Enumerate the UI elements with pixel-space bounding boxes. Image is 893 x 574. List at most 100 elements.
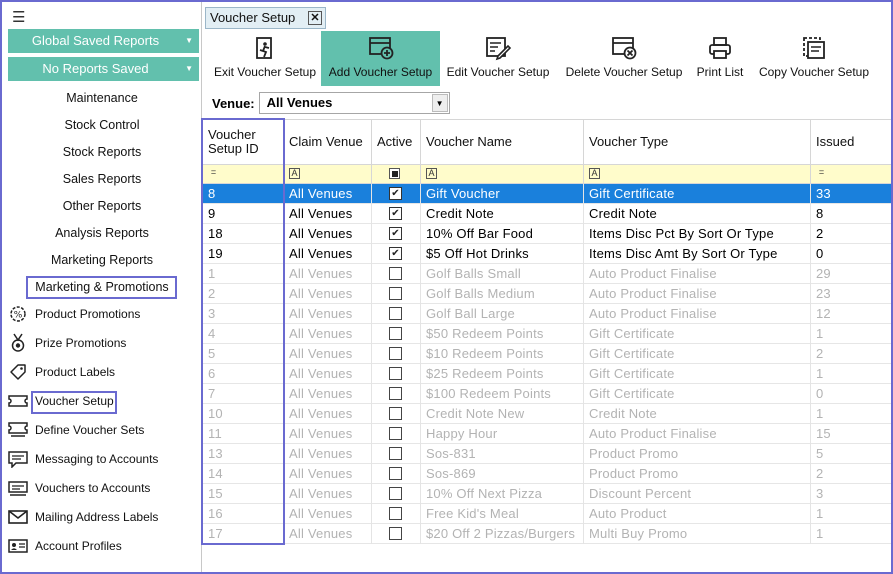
column-header-voucher-name[interactable]: Voucher Name	[421, 120, 584, 164]
equals-filter-icon: =	[818, 166, 825, 177]
active-checkbox[interactable]	[389, 427, 402, 440]
active-checkbox[interactable]	[389, 447, 402, 460]
table-row[interactable]: 8 All Venues ✔ Gift Voucher Gift Certificate…	[203, 184, 891, 204]
active-checkbox[interactable]	[389, 487, 402, 500]
cell-voucher-name: Golf Balls Medium	[421, 284, 584, 304]
table-row[interactable]: 13 All Venues Sos-831 Product Promo 5	[203, 444, 891, 464]
hamburger-menu-icon[interactable]: ☰	[12, 10, 25, 25]
sidebar-item-mailing-address-labels[interactable]: Mailing Address Labels	[8, 506, 158, 528]
sidebar-item-label: Vouchers to Accounts	[35, 481, 151, 495]
cell-issued: 1	[816, 506, 824, 521]
menu-analysis-reports[interactable]: Analysis Reports	[2, 224, 202, 242]
active-checkbox[interactable]	[389, 327, 402, 340]
sidebar-item-product-promotions[interactable]: % Product Promotions	[8, 303, 140, 325]
cell-issued: 5	[816, 446, 824, 461]
table-row[interactable]: 3 All Venues Golf Ball Large Auto Product F…	[203, 304, 891, 324]
active-checkbox[interactable]	[389, 267, 402, 280]
active-checkbox[interactable]	[389, 307, 402, 320]
cell-active	[372, 264, 421, 284]
table-row[interactable]: 6 All Venues $25 Redeem Points Gift Certifi…	[203, 364, 891, 384]
column-header-voucher-type[interactable]: Voucher Type	[584, 120, 811, 164]
table-row[interactable]: 5 All Venues $10 Redeem Points Gift Certifi…	[203, 344, 891, 364]
active-checkbox[interactable]	[389, 467, 402, 480]
column-header-issued[interactable]: Issued	[811, 120, 891, 164]
cell-voucher-type: Gift Certificate	[584, 344, 811, 364]
table-row[interactable]: 17 All Venues $20 Off 2 Pizzas/Burgers Mult…	[203, 524, 891, 544]
copy-voucher-setup-button[interactable]: Copy Voucher Setup	[755, 31, 873, 86]
venue-select[interactable]: All Venues ▼	[258, 92, 450, 114]
ticket-stack-icon	[8, 420, 28, 440]
active-checkbox[interactable]	[389, 527, 402, 540]
cell-active	[372, 324, 421, 344]
close-icon[interactable]: ✕	[308, 11, 322, 25]
tab-voucher-setup[interactable]: Voucher Setup ✕	[205, 7, 326, 29]
sidebar-item-account-profiles[interactable]: Account Profiles	[8, 535, 122, 557]
table-row[interactable]: 14 All Venues Sos-869 Product Promo 2	[203, 464, 891, 484]
table-row[interactable]: 19 All Venues ✔ $5 Off Hot Drinks Items Disc…	[203, 244, 891, 264]
cell-voucher-type: Gift Certificate	[584, 384, 811, 404]
column-header-claim-venue[interactable]: Claim Venue	[284, 120, 372, 164]
active-checkbox[interactable]	[389, 347, 402, 360]
filter-voucher-name[interactable]: A	[421, 165, 584, 183]
global-saved-reports-dropdown[interactable]: Global Saved Reports ▼	[8, 29, 199, 53]
cell-claim-venue: All Venues	[284, 384, 372, 404]
sidebar-item-label: Mailing Address Labels	[35, 510, 159, 524]
exit-voucher-setup-button[interactable]: Exit Voucher Setup	[208, 31, 322, 86]
table-row[interactable]: 1 All Venues Golf Balls Small Auto Product …	[203, 264, 891, 284]
chevron-down-icon[interactable]: ▼	[431, 94, 448, 112]
table-row[interactable]: 18 All Venues ✔ 10% Off Bar Food Items Disc …	[203, 224, 891, 244]
edit-voucher-setup-button[interactable]: Edit Voucher Setup	[444, 31, 552, 86]
filter-claim-venue[interactable]: A	[284, 165, 372, 183]
cell-voucher-name: $5 Off Hot Drinks	[421, 244, 584, 264]
sidebar-item-label: Product Promotions	[35, 307, 141, 321]
cell-claim-venue: All Venues	[284, 504, 372, 524]
sidebar-item-vouchers-to-accounts[interactable]: Vouchers to Accounts	[8, 477, 150, 499]
table-row[interactable]: 10 All Venues Credit Note New Credit Note 1	[203, 404, 891, 424]
table-row[interactable]: 16 All Venues Free Kid's Meal Auto Product 1	[203, 504, 891, 524]
active-checkbox[interactable]: ✔	[389, 247, 402, 260]
active-checkbox[interactable]: ✔	[389, 227, 402, 240]
cell-voucher-name: 10% Off Next Pizza	[421, 484, 584, 504]
menu-marketing-reports[interactable]: Marketing Reports	[2, 251, 202, 269]
table-row[interactable]: 2 All Venues Golf Balls Medium Auto Product…	[203, 284, 891, 304]
filter-issued[interactable]: =	[811, 165, 891, 183]
global-saved-reports-label: Global Saved Reports	[31, 33, 160, 48]
cell-active: ✔	[372, 204, 421, 224]
active-checkbox[interactable]	[389, 287, 402, 300]
sidebar-item-label: Prize Promotions	[35, 336, 127, 350]
table-row[interactable]: 7 All Venues $100 Redeem Points Gift Certif…	[203, 384, 891, 404]
active-checkbox[interactable]: ✔	[389, 207, 402, 220]
sidebar-item-prize-promotions[interactable]: Prize Promotions	[8, 332, 126, 354]
table-row[interactable]: 4 All Venues $50 Redeem Points Gift Certifi…	[203, 324, 891, 344]
cell-active	[372, 444, 421, 464]
menu-stock-control[interactable]: Stock Control	[2, 116, 202, 134]
menu-maintenance[interactable]: Maintenance	[2, 89, 202, 107]
column-header-active[interactable]: Active	[372, 120, 421, 164]
delete-voucher-setup-button[interactable]: Delete Voucher Setup	[561, 31, 687, 86]
table-row[interactable]: 15 All Venues 10% Off Next Pizza Discount P…	[203, 484, 891, 504]
tab-bar: Voucher Setup ✕	[203, 2, 891, 30]
menu-other-reports[interactable]: Other Reports	[2, 197, 202, 215]
active-checkbox[interactable]	[389, 367, 402, 380]
cell-voucher-name: Sos-831	[421, 444, 584, 464]
menu-stock-reports[interactable]: Stock Reports	[2, 143, 202, 161]
sidebar-item-messaging-to-accounts[interactable]: Messaging to Accounts	[8, 448, 158, 470]
add-voucher-setup-button[interactable]: Add Voucher Setup	[321, 31, 440, 86]
menu-sales-reports[interactable]: Sales Reports	[2, 170, 202, 188]
filter-voucher-type[interactable]: A	[584, 165, 811, 183]
cell-active	[372, 464, 421, 484]
table-row[interactable]: 9 All Venues ✔ Credit Note Credit Note 8	[203, 204, 891, 224]
table-row[interactable]: 11 All Venues Happy Hour Auto Product Final…	[203, 424, 891, 444]
active-checkbox[interactable]: ✔	[389, 187, 402, 200]
active-checkbox[interactable]	[389, 507, 402, 520]
cell-claim-venue: All Venues	[284, 244, 372, 264]
cell-claim-venue: All Venues	[284, 444, 372, 464]
sidebar-item-product-labels[interactable]: Product Labels	[8, 361, 115, 383]
filter-active[interactable]	[372, 165, 421, 183]
active-checkbox[interactable]	[389, 387, 402, 400]
no-reports-saved-dropdown[interactable]: No Reports Saved ▼	[8, 57, 199, 81]
cell-voucher-type: Gift Certificate	[584, 364, 811, 384]
active-checkbox[interactable]	[389, 407, 402, 420]
sidebar-item-define-voucher-sets[interactable]: Define Voucher Sets	[8, 419, 144, 441]
print-list-button[interactable]: Print List	[693, 31, 747, 86]
